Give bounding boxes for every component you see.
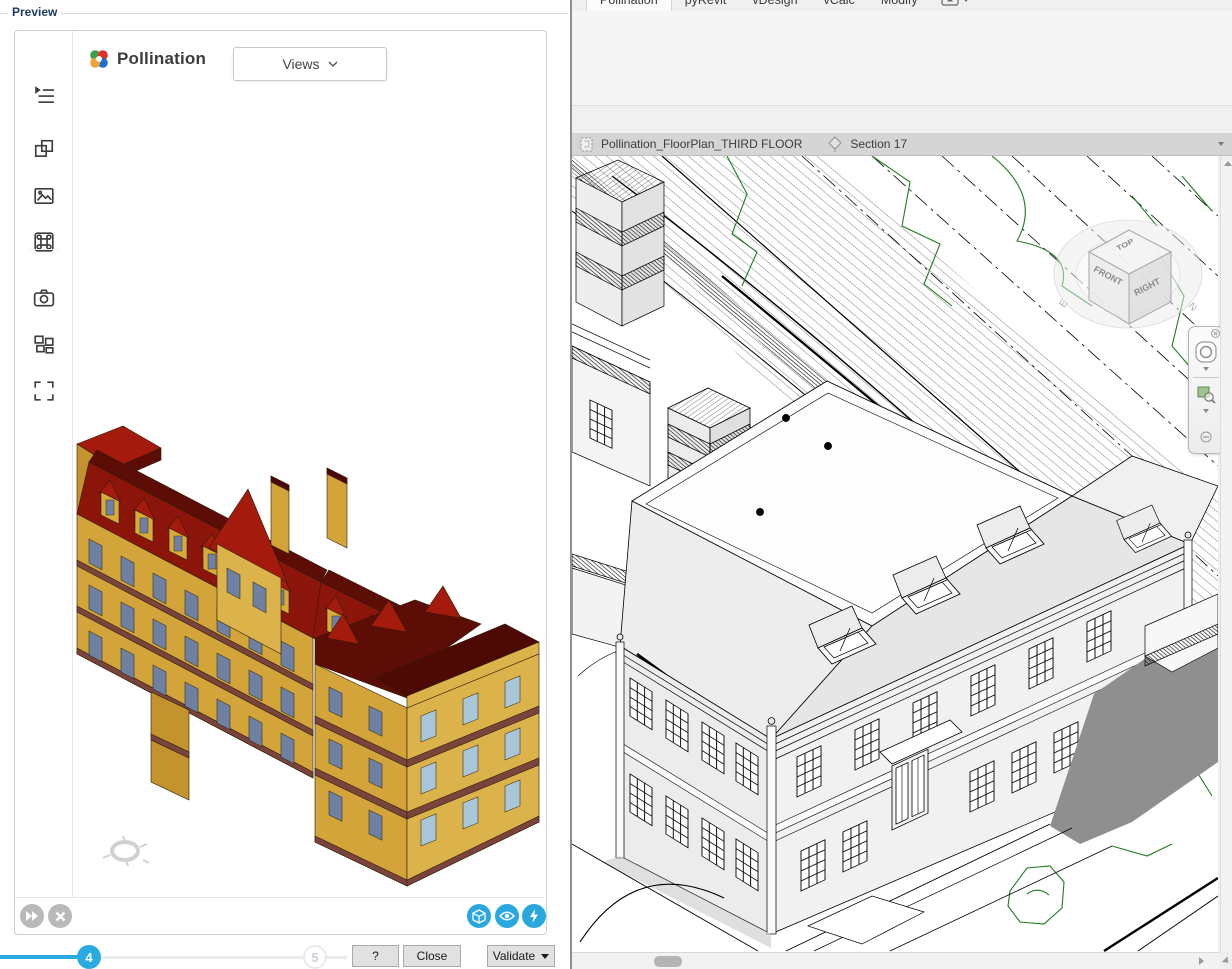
steering-wheel-icon	[1194, 340, 1218, 364]
steering-wheel-dropdown[interactable]	[1189, 367, 1223, 371]
revit-3d-drawing: TOP FRONT RIGHT E N	[572, 156, 1218, 952]
preview-groupbox-border	[0, 13, 568, 14]
validate-label: Validate	[493, 949, 535, 963]
cube-3d-button[interactable]	[467, 904, 491, 928]
sidebar-divider	[29, 249, 59, 250]
tab-vdesign[interactable]: vDesign	[739, 0, 810, 11]
sun-widget-icon[interactable]	[99, 834, 151, 868]
fast-forward-button[interactable]	[20, 904, 44, 928]
eye-icon	[499, 910, 515, 922]
caret-down-icon	[541, 954, 549, 959]
view-title: Pollination_FloorPlan_THIRD FLOOR	[601, 137, 802, 151]
stepper-line-end	[325, 956, 347, 959]
dismiss-button[interactable]	[48, 904, 72, 928]
navbar-collapse-button[interactable]	[1189, 431, 1223, 443]
ribbon-panel-area	[572, 11, 1232, 105]
pollination-logo: Pollination	[87, 47, 206, 71]
resize-grip-icon	[1222, 956, 1231, 965]
vertical-scrollbar[interactable]	[1220, 156, 1232, 952]
stepper-progress-line	[0, 955, 78, 959]
lightning-bolt-icon	[528, 908, 540, 924]
caret-down-icon	[963, 0, 969, 2]
viewbar-menu-icon[interactable]	[1218, 142, 1224, 146]
tab-modify[interactable]: Modify	[868, 0, 931, 11]
fast-forward-icon	[25, 910, 39, 922]
section-label: Section 17	[850, 137, 907, 151]
validate-button[interactable]: Validate	[487, 945, 555, 967]
minimize-icon	[1200, 431, 1212, 443]
scrollbar-corner	[1220, 952, 1232, 969]
floorplan-doc-icon	[580, 137, 595, 152]
bolt-run-button[interactable]	[522, 904, 546, 928]
navbar-close-button[interactable]	[1189, 329, 1223, 338]
camera-icon[interactable]	[33, 287, 55, 309]
views-button-label: Views	[282, 56, 319, 72]
left-neighbor-building	[572, 160, 664, 486]
bush	[1008, 866, 1064, 924]
help-button[interactable]: ?	[352, 945, 399, 967]
close-icon	[1211, 329, 1220, 338]
eye-preview-button[interactable]	[495, 904, 519, 928]
revit-window: Pollination pyRevit vDesign vCalc Modify…	[570, 0, 1232, 969]
zoom-tool-dropdown[interactable]	[1189, 409, 1223, 413]
preview-group-label: Preview	[8, 5, 61, 19]
preview-model-building	[77, 426, 539, 886]
cube-icon	[472, 909, 486, 924]
scroll-up-icon	[1224, 161, 1232, 166]
section-pin-icon	[828, 136, 842, 153]
steering-wheel-button[interactable]	[1189, 340, 1223, 364]
preview-footer	[15, 897, 544, 934]
ribbon-tab-bar: Pollination pyRevit vDesign vCalc Modify	[572, 0, 1232, 11]
tab-vcalc[interactable]: vCalc	[811, 0, 868, 11]
ribbon-collapse-control[interactable]	[941, 0, 969, 6]
navbar-divider	[1193, 377, 1219, 378]
preview-panel: Pollination Views	[14, 30, 547, 935]
tab-pollination[interactable]: Pollination	[586, 0, 672, 11]
viewcube[interactable]: TOP FRONT RIGHT E N	[1054, 220, 1202, 328]
chevron-down-icon	[328, 61, 338, 67]
expand-icon[interactable]	[33, 380, 55, 402]
step-4[interactable]: 4	[77, 945, 101, 969]
pollination-logo-icon	[87, 47, 111, 71]
image-icon[interactable]	[33, 185, 55, 207]
close-button[interactable]: Close	[403, 945, 461, 967]
zoom-region-icon	[1196, 384, 1216, 404]
horizontal-scrollbar[interactable]	[572, 952, 1220, 969]
scrollbar-thumb[interactable]	[654, 956, 682, 967]
preview-sidebar	[15, 31, 73, 897]
stepper-line	[101, 956, 303, 959]
views-dropdown-button[interactable]: Views	[233, 47, 387, 81]
scroll-right-icon	[1199, 957, 1204, 965]
tab-pyrevit[interactable]: pyRevit	[672, 0, 740, 11]
view-tab-bar[interactable]: Pollination_FloorPlan_THIRD FLOOR Sectio…	[572, 133, 1232, 156]
brand-name: Pollination	[117, 49, 206, 69]
drawing-area[interactable]: TOP FRONT RIGHT E N	[572, 156, 1218, 952]
options-bar	[572, 105, 1232, 133]
step-5[interactable]: 5	[303, 945, 327, 969]
close-icon	[55, 911, 66, 922]
navigation-bar	[1188, 326, 1224, 454]
outline-list-icon[interactable]	[33, 84, 55, 106]
preview-3d-model-viewport[interactable]	[75, 386, 545, 906]
grid-layout-icon[interactable]	[33, 333, 55, 355]
zoom-tool-button[interactable]	[1189, 384, 1223, 404]
overlap-squares-icon[interactable]	[33, 138, 55, 160]
panel-toggle-icon	[941, 0, 959, 6]
